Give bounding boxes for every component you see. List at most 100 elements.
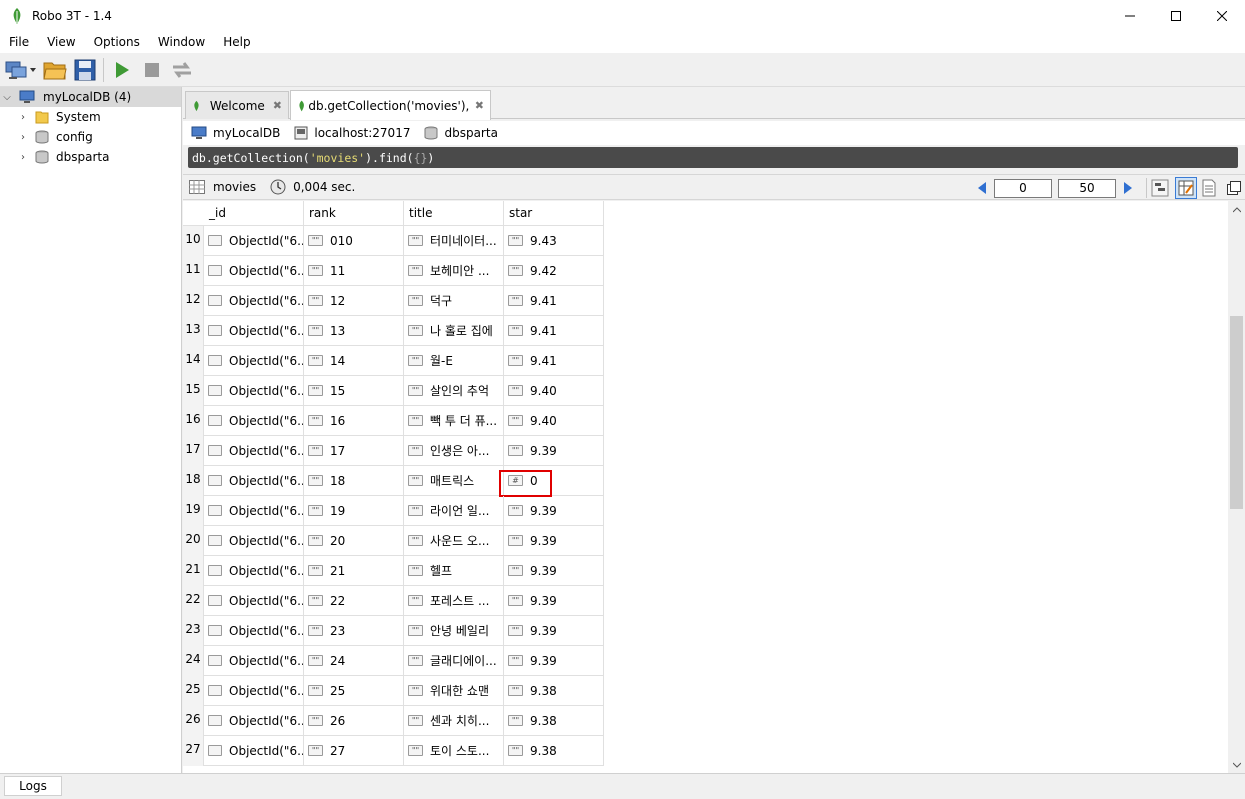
chevron-right-icon[interactable]: ›	[16, 112, 30, 123]
cell-star[interactable]: "" 9.39	[504, 496, 604, 526]
cell-id[interactable]: ObjectId("6...	[204, 586, 304, 616]
cell-title[interactable]: "" 안녕 베일리	[404, 616, 504, 646]
cell-star[interactable]: "" 9.38	[504, 676, 604, 706]
cell-title[interactable]: "" 터미네이터...	[404, 226, 504, 256]
cell-star[interactable]: "" 9.41	[504, 346, 604, 376]
cell-rank[interactable]: "" 24	[304, 646, 404, 676]
cell-rank[interactable]: "" 010	[304, 226, 404, 256]
cell-star[interactable]: "" 9.38	[504, 736, 604, 766]
cell-title[interactable]: "" 나 홀로 집에	[404, 316, 504, 346]
cell-id[interactable]: ObjectId("6...	[204, 436, 304, 466]
table-row[interactable]: 17 ObjectId("6... "" 17 "" 인생은 아... "" 9.39	[183, 436, 605, 466]
table-row[interactable]: 24 ObjectId("6... "" 24 "" 글래디에이... "" 9.39	[183, 646, 605, 676]
cell-rank[interactable]: "" 15	[304, 376, 404, 406]
menu-help[interactable]: Help	[214, 31, 259, 53]
table-row[interactable]: 27 ObjectId("6... "" 27 "" 토이 스토... "" 9.38	[183, 736, 605, 766]
table-row[interactable]: 11 ObjectId("6... "" 11 "" 보헤미안 ... "" 9.42	[183, 256, 605, 286]
cell-rank[interactable]: "" 25	[304, 676, 404, 706]
cell-id[interactable]: ObjectId("6...	[204, 286, 304, 316]
cell-star[interactable]: "" 9.38	[504, 706, 604, 736]
arrow-left-icon[interactable]	[976, 181, 988, 195]
open-button[interactable]	[40, 55, 70, 85]
arrow-right-icon[interactable]	[1122, 181, 1134, 195]
cell-id[interactable]: ObjectId("6...	[204, 706, 304, 736]
menu-file[interactable]: File	[0, 31, 38, 53]
cell-title[interactable]: "" 라이언 일...	[404, 496, 504, 526]
cell-star[interactable]: "" 9.39	[504, 436, 604, 466]
chevron-right-icon[interactable]: ›	[16, 152, 30, 163]
close-icon[interactable]: ✖	[273, 99, 282, 112]
cell-id[interactable]: ObjectId("6...	[204, 346, 304, 376]
close-button[interactable]	[1199, 0, 1245, 31]
column-header-id[interactable]: _id	[204, 201, 304, 226]
cell-title[interactable]: "" 살인의 추억	[404, 376, 504, 406]
cell-star[interactable]: "" 9.39	[504, 646, 604, 676]
cell-star[interactable]: "" 9.39	[504, 556, 604, 586]
table-row[interactable]: 14 ObjectId("6... "" 14 "" 월-E "" 9.41	[183, 346, 605, 376]
minimize-button[interactable]	[1107, 0, 1153, 31]
table-row[interactable]: 15 ObjectId("6... "" 15 "" 살인의 추억 "" 9.40	[183, 376, 605, 406]
cell-star[interactable]: "" 9.39	[504, 616, 604, 646]
cell-rank[interactable]: "" 23	[304, 616, 404, 646]
cell-rank[interactable]: "" 18	[304, 466, 404, 496]
cell-id[interactable]: ObjectId("6...	[204, 316, 304, 346]
cell-title[interactable]: "" 센과 치히...	[404, 706, 504, 736]
table-row[interactable]: 16 ObjectId("6... "" 16 "" 빽 투 더 퓨... "" 9.40	[183, 406, 605, 436]
cell-rank[interactable]: "" 13	[304, 316, 404, 346]
cell-title[interactable]: "" 위대한 쇼맨	[404, 676, 504, 706]
cell-star[interactable]: "" 9.41	[504, 286, 604, 316]
table-row[interactable]: 21 ObjectId("6... "" 21 "" 헬프 "" 9.39	[183, 556, 605, 586]
table-row[interactable]: 26 ObjectId("6... "" 26 "" 센과 치히... "" 9.38	[183, 706, 605, 736]
cell-star[interactable]: "" 9.40	[504, 376, 604, 406]
cell-rank[interactable]: "" 19	[304, 496, 404, 526]
cell-id[interactable]: ObjectId("6...	[204, 556, 304, 586]
cell-id[interactable]: ObjectId("6...	[204, 736, 304, 766]
scroll-thumb[interactable]	[1230, 316, 1243, 509]
scroll-down-button[interactable]	[1228, 756, 1245, 773]
cell-id[interactable]: ObjectId("6...	[204, 616, 304, 646]
cell-star[interactable]: "" 9.43	[504, 226, 604, 256]
cell-star[interactable]: "" 9.39	[504, 586, 604, 616]
refresh-button[interactable]	[167, 55, 197, 85]
cell-id[interactable]: ObjectId("6...	[204, 376, 304, 406]
tab-welcome[interactable]: Welcome ✖	[185, 91, 289, 119]
cell-rank[interactable]: "" 12	[304, 286, 404, 316]
cell-title[interactable]: "" 글래디에이...	[404, 646, 504, 676]
table-row[interactable]: 25 ObjectId("6... "" 25 "" 위대한 쇼맨 "" 9.38	[183, 676, 605, 706]
cell-id[interactable]: ObjectId("6...	[204, 526, 304, 556]
table-row[interactable]: 12 ObjectId("6... "" 12 "" 덕구 "" 9.41	[183, 286, 605, 316]
table-view-icon[interactable]	[1175, 177, 1197, 199]
cell-title[interactable]: "" 월-E	[404, 346, 504, 376]
cell-rank[interactable]: "" 27	[304, 736, 404, 766]
save-button[interactable]	[70, 55, 100, 85]
text-view-icon[interactable]	[1201, 179, 1217, 197]
cell-title[interactable]: "" 보헤미안 ...	[404, 256, 504, 286]
detach-window-icon[interactable]	[1227, 181, 1241, 195]
tree-item-dbsparta[interactable]: › dbsparta	[0, 147, 109, 167]
maximize-button[interactable]	[1153, 0, 1199, 31]
table-row[interactable]: 23 ObjectId("6... "" 23 "" 안녕 베일리 "" 9.39	[183, 616, 605, 646]
cell-rank[interactable]: "" 21	[304, 556, 404, 586]
limit-input[interactable]: 50	[1058, 178, 1116, 198]
cell-id[interactable]: ObjectId("6...	[204, 676, 304, 706]
cell-title[interactable]: "" 덕구	[404, 286, 504, 316]
execute-button[interactable]	[107, 55, 137, 85]
logs-tab[interactable]: Logs	[4, 776, 62, 796]
cell-star[interactable]: "" 9.40	[504, 406, 604, 436]
cell-id[interactable]: ObjectId("6...	[204, 226, 304, 256]
menu-view[interactable]: View	[38, 31, 84, 53]
table-row[interactable]: 10 ObjectId("6... "" 010 "" 터미네이터... "" 9.43	[183, 226, 605, 256]
cell-rank[interactable]: "" 26	[304, 706, 404, 736]
stop-button[interactable]	[137, 55, 167, 85]
tab-query[interactable]: db.getCollection('movies'),… ✖	[290, 90, 491, 120]
cell-rank[interactable]: "" 14	[304, 346, 404, 376]
close-icon[interactable]: ✖	[475, 99, 484, 112]
table-row[interactable]: 20 ObjectId("6... "" 20 "" 사운드 오... "" 9.39	[183, 526, 605, 556]
cell-title[interactable]: "" 매트릭스	[404, 466, 504, 496]
cell-star[interactable]: "" 9.39	[504, 526, 604, 556]
cell-id[interactable]: ObjectId("6...	[204, 406, 304, 436]
tree-view-icon[interactable]	[1151, 179, 1169, 197]
table-row[interactable]: 13 ObjectId("6... "" 13 "" 나 홀로 집에 "" 9.41	[183, 316, 605, 346]
column-header-title[interactable]: title	[404, 201, 504, 226]
cell-rank[interactable]: "" 20	[304, 526, 404, 556]
